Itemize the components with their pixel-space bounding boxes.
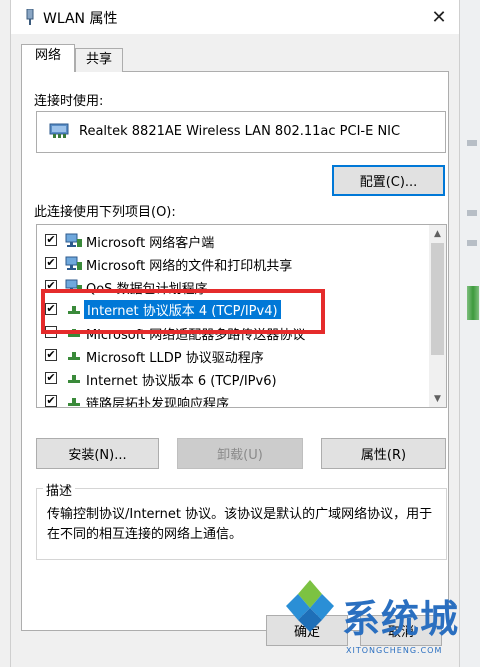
item-label: Microsoft 网络适配器多路传送器协议: [86, 328, 306, 343]
list-item[interactable]: ✔ Microsoft 网络的文件和打印机共享: [37, 252, 429, 275]
item-label: Internet 协议版本 6 (TCP/IPv6): [86, 374, 277, 389]
list-item-selected[interactable]: ✔ Internet 协议版本 4 (TCP/IPv4): [37, 298, 429, 321]
list-item[interactable]: ✔ 链路层拓扑发现响应程序: [37, 390, 429, 408]
protocol-icon: [68, 398, 80, 406]
item-label: Microsoft 网络的文件和打印机共享: [86, 259, 293, 274]
item-checkbox[interactable]: [45, 326, 57, 338]
scroll-down-arrow-icon[interactable]: ▼: [429, 390, 446, 407]
list-item[interactable]: ✔ QoS 数据包计划程序: [37, 275, 429, 298]
network-card-icon: [49, 123, 69, 138]
wlan-properties-dialog: WLAN 属性 ✕ 网络 共享 连接时使用: Realtek 8821AE Wi…: [10, 0, 460, 667]
bg-mark: [467, 140, 477, 146]
bg-signal-bar: [467, 286, 479, 320]
list-scrollbar[interactable]: ▲ ▼: [429, 225, 446, 407]
item-checkbox[interactable]: ✔: [45, 372, 57, 384]
scroll-thumb[interactable]: [431, 243, 444, 355]
file-printer-sharing-icon: [65, 256, 82, 270]
item-checkbox[interactable]: ✔: [45, 395, 57, 407]
item-checkbox[interactable]: ✔: [45, 280, 57, 292]
protocol-icon: [68, 329, 80, 337]
item-checkbox[interactable]: ✔: [45, 234, 57, 246]
uninstall-button: 卸载(U): [177, 438, 303, 469]
install-button[interactable]: 安装(N)...: [36, 438, 159, 469]
items-list[interactable]: ✔ Microsoft 网络客户端 ✔ Microsoft 网络的文件和打印机共…: [36, 224, 447, 408]
network-client-icon: [65, 233, 82, 247]
connect-using-label: 连接时使用:: [34, 94, 104, 109]
title-bar[interactable]: WLAN 属性 ✕: [11, 0, 459, 34]
list-item[interactable]: Microsoft 网络适配器多路传送器协议: [37, 321, 429, 344]
protocol-icon: [68, 352, 80, 360]
background-window-right: [458, 0, 480, 667]
list-item[interactable]: ✔ Internet 协议版本 6 (TCP/IPv6): [37, 367, 429, 390]
item-label: Internet 协议版本 4 (TCP/IPv4): [84, 300, 281, 319]
adapter-name: Realtek 8821AE Wireless LAN 802.11ac PCI…: [79, 124, 401, 139]
tab-share[interactable]: 共享: [75, 48, 123, 72]
adapter-box: Realtek 8821AE Wireless LAN 802.11ac PCI…: [36, 111, 446, 153]
list-item[interactable]: ✔ Microsoft LLDP 协议驱动程序: [37, 344, 429, 367]
window-title: WLAN 属性: [43, 11, 118, 27]
items-label: 此连接使用下列项目(O):: [34, 205, 176, 220]
item-label: Microsoft LLDP 协议驱动程序: [86, 351, 264, 366]
close-button[interactable]: ✕: [419, 0, 459, 34]
scroll-up-arrow-icon[interactable]: ▲: [429, 225, 446, 242]
watermark-logo-icon: [286, 580, 334, 632]
description-title: 描述: [43, 480, 76, 499]
item-checkbox[interactable]: ✔: [45, 349, 57, 361]
item-label: QoS 数据包计划程序: [86, 282, 208, 297]
network-adapter-icon: [26, 9, 34, 25]
background-window-left: [0, 0, 10, 667]
watermark-subtext: XITONGCHENG.COM: [346, 646, 443, 655]
item-label: Microsoft 网络客户端: [86, 236, 215, 251]
protocol-icon: [68, 306, 80, 314]
configure-button[interactable]: 配置(C)...: [332, 165, 445, 196]
protocol-icon: [68, 375, 80, 383]
item-checkbox[interactable]: ✔: [45, 257, 57, 269]
list-item[interactable]: ✔ Microsoft 网络客户端: [37, 229, 429, 252]
watermark: 系统城 XITONGCHENG.COM: [268, 570, 480, 667]
description-text: 传输控制协议/Internet 协议。该协议是默认的广域网络协议，用于在不同的相…: [47, 507, 433, 542]
properties-button[interactable]: 属性(R): [321, 438, 446, 469]
close-icon: ✕: [431, 6, 447, 28]
item-checkbox[interactable]: ✔: [45, 303, 57, 315]
qos-scheduler-icon: [65, 279, 82, 293]
bg-mark: [467, 210, 477, 216]
item-label: 链路层拓扑发现响应程序: [86, 397, 230, 408]
tab-network[interactable]: 网络: [21, 44, 75, 72]
watermark-text: 系统城: [342, 597, 460, 641]
bg-mark: [467, 240, 477, 246]
